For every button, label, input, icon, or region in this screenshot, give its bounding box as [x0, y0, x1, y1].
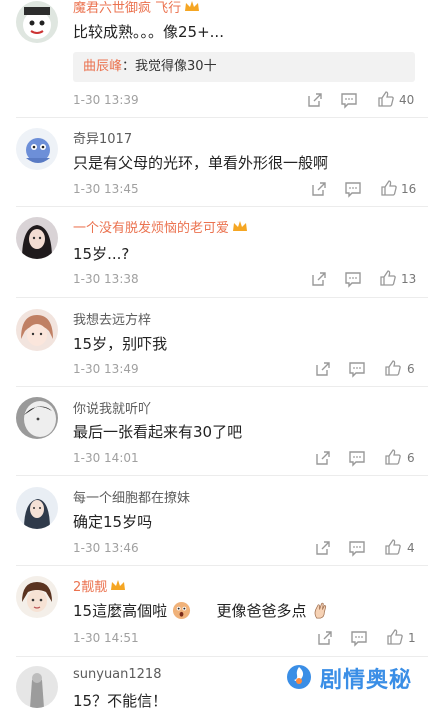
divider	[16, 206, 428, 207]
share-arrow-icon[interactable]	[314, 449, 332, 467]
like-count: 16	[401, 182, 417, 196]
comment-bubble-icon[interactable]	[348, 360, 366, 378]
ok-hand-icon	[314, 602, 327, 619]
username[interactable]: 每一个细胞都在撩妹	[73, 487, 190, 506]
comment-text: 确定15岁吗	[73, 513, 153, 531]
thumbs-up-icon[interactable]	[377, 90, 395, 108]
comment-text: 只是有父母的光环，单看外形很一般啊	[73, 154, 329, 172]
reply-text: 我觉得像30十	[135, 59, 217, 74]
comment-time: 1-30 13:49	[73, 362, 139, 376]
username[interactable]: 你说我就听吖	[73, 398, 151, 417]
thumbs-up-icon[interactable]	[384, 538, 402, 556]
avatar[interactable]	[16, 217, 58, 259]
username[interactable]: 一个没有脱发烦恼的老可爱	[73, 217, 248, 236]
comment-text: 15岁...?	[73, 245, 130, 263]
like-count: 4	[407, 541, 415, 555]
thumbs-up-icon[interactable]	[380, 179, 398, 197]
comment-bubble-icon[interactable]	[340, 91, 358, 109]
avatar[interactable]	[16, 487, 58, 529]
share-arrow-icon[interactable]	[314, 360, 332, 378]
thumbs-up-icon[interactable]	[386, 628, 404, 646]
username[interactable]: sunyuan1218	[73, 667, 161, 682]
avatar[interactable]	[16, 128, 58, 170]
vip-crown-icon	[185, 1, 200, 11]
username[interactable]: 奇异1017	[73, 128, 132, 147]
divider	[16, 475, 428, 476]
avatar[interactable]	[16, 576, 58, 618]
like-count: 13	[401, 272, 417, 286]
watermark-text: 剧情奥秘	[320, 668, 413, 693]
avatar[interactable]	[16, 1, 58, 43]
username[interactable]: 魔君六世御疯 飞行	[73, 0, 200, 16]
comment-text: 15這麼高個啦 更像爸爸多点	[73, 600, 330, 621]
comment-time: 1-30 13:46	[73, 541, 139, 555]
comment-text: 15？不能信！	[73, 692, 168, 708]
like-count: 6	[407, 451, 415, 465]
like-count: 40	[399, 93, 415, 107]
like-count: 1	[408, 631, 416, 645]
comment-time: 1-30 13:38	[73, 272, 139, 286]
share-arrow-icon[interactable]	[314, 539, 332, 557]
comment-text-part: 15這麼高個啦	[73, 602, 168, 620]
divider	[16, 386, 428, 387]
flame-swirl-logo	[287, 665, 311, 689]
comment-time: 1-30 14:51	[73, 631, 139, 645]
vip-crown-icon	[233, 221, 248, 231]
username[interactable]: 2靓靓	[73, 576, 126, 595]
comment-time: 1-30 13:39	[73, 93, 139, 107]
avatar[interactable]	[16, 397, 58, 439]
username[interactable]: 我想去远方梓	[73, 309, 151, 328]
comment-bubble-icon[interactable]	[344, 180, 362, 198]
comment-text: 最后一张看起来有30了吧	[73, 423, 243, 441]
vip-crown-icon	[111, 580, 126, 590]
comment-bubble-icon[interactable]	[348, 449, 366, 467]
reply-quote[interactable]: 曲辰峰：我觉得像30十	[73, 52, 415, 82]
watermark: 剧情奥秘	[280, 655, 428, 703]
comment-bubble-icon[interactable]	[348, 539, 366, 557]
comment-bubble-icon[interactable]	[344, 270, 362, 288]
comment-time: 1-30 14:01	[73, 451, 139, 465]
comment-text-part: 更像爸爸多点	[216, 602, 307, 620]
thumbs-up-icon[interactable]	[379, 269, 397, 287]
like-count: 6	[407, 362, 415, 376]
divider	[16, 297, 428, 298]
comment-bubble-icon[interactable]	[350, 629, 368, 647]
avatar[interactable]	[16, 309, 58, 351]
comment-text: 15岁，别吓我	[73, 335, 168, 353]
comment-text: 比较成熟。。。像25+...	[73, 23, 224, 41]
comment-time: 1-30 13:45	[73, 182, 139, 196]
share-arrow-icon[interactable]	[310, 180, 328, 198]
thumbs-up-icon[interactable]	[384, 359, 402, 377]
divider	[16, 117, 428, 118]
share-arrow-icon[interactable]	[316, 629, 334, 647]
thumbs-up-icon[interactable]	[384, 448, 402, 466]
shocked-face-icon	[172, 601, 190, 620]
share-arrow-icon[interactable]	[310, 270, 328, 288]
divider	[16, 565, 428, 566]
reply-username[interactable]: 曲辰峰	[83, 59, 122, 74]
avatar[interactable]	[16, 666, 58, 708]
share-arrow-icon[interactable]	[306, 91, 324, 109]
